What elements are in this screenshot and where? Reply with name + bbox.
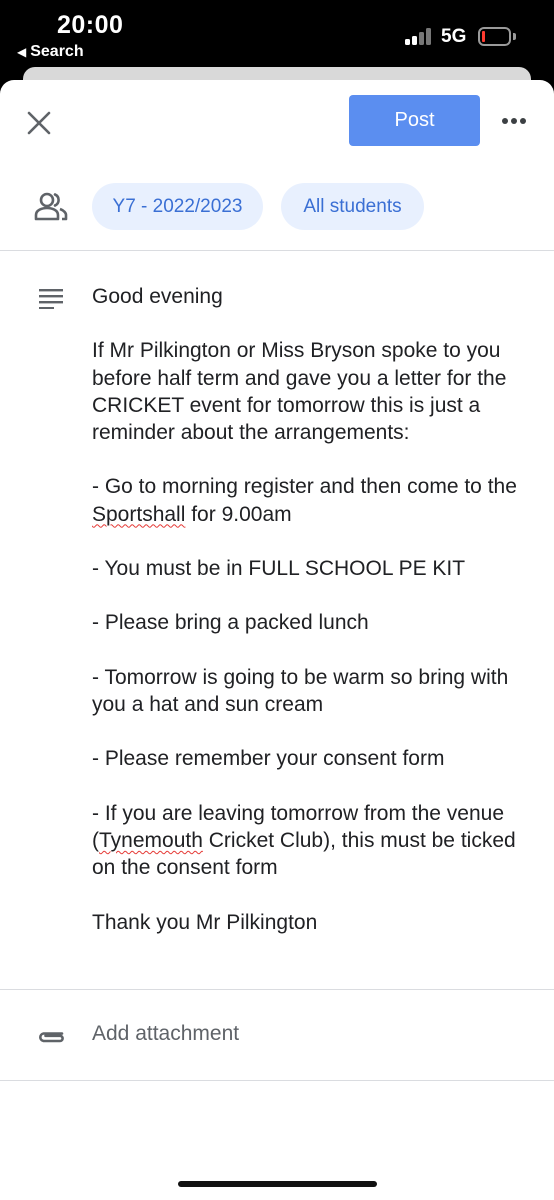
divider bbox=[0, 1080, 554, 1081]
item1-text: - Go to morning register and then come t… bbox=[92, 475, 523, 499]
divider bbox=[0, 989, 554, 990]
item4-text: - Tomorrow is going to be warm so bring … bbox=[92, 665, 515, 717]
intro-paragraph: If Mr Pilkington or Miss Bryson spoke to… bbox=[92, 339, 513, 445]
item3-text: - Please bring a packed lunch bbox=[92, 611, 369, 635]
post-button[interactable]: Post bbox=[349, 95, 480, 146]
more-options-button[interactable] bbox=[498, 110, 530, 132]
close-icon bbox=[27, 111, 51, 135]
spellcheck-flagged-word: Tynemouth bbox=[99, 829, 203, 853]
signoff: Thank you Mr Pilkington bbox=[92, 910, 318, 934]
close-button[interactable] bbox=[24, 108, 54, 138]
battery-cap bbox=[513, 33, 516, 40]
announcement-composer: Post Y7 - 2022/2023 All students Good ev… bbox=[0, 80, 554, 1200]
battery-icon bbox=[478, 27, 511, 46]
back-arrow-icon: ◀ bbox=[17, 45, 27, 59]
divider bbox=[0, 250, 554, 251]
back-to-search-link[interactable]: ◀ Search bbox=[17, 43, 84, 61]
signal-strength-icon bbox=[405, 28, 435, 45]
people-icon bbox=[34, 192, 68, 221]
paperclip-icon bbox=[39, 1032, 64, 1043]
item1-text-end: for 9.00am bbox=[185, 502, 292, 526]
status-bar: 20:00 ◀ Search 5G bbox=[0, 0, 554, 66]
class-selector-chip[interactable]: Y7 - 2022/2023 bbox=[92, 183, 263, 230]
notes-icon bbox=[39, 289, 63, 309]
home-indicator bbox=[178, 1181, 377, 1187]
add-attachment-button[interactable]: Add attachment bbox=[92, 1022, 239, 1046]
item5-text: - Please remember your consent form bbox=[92, 747, 445, 771]
network-type: 5G bbox=[441, 26, 467, 47]
spellcheck-flagged-word: Sportshall bbox=[92, 502, 186, 526]
item2-text: - You must be in FULL SCHOOL PE KIT bbox=[92, 557, 466, 581]
students-selector-chip[interactable]: All students bbox=[281, 183, 424, 230]
announcement-text-field[interactable]: Good evening If Mr Pilkington or Miss Br… bbox=[92, 283, 532, 936]
more-horiz-icon bbox=[502, 118, 508, 124]
status-time: 20:00 bbox=[57, 11, 124, 39]
back-search-label: Search bbox=[30, 43, 84, 60]
greeting: Good evening bbox=[92, 285, 223, 308]
